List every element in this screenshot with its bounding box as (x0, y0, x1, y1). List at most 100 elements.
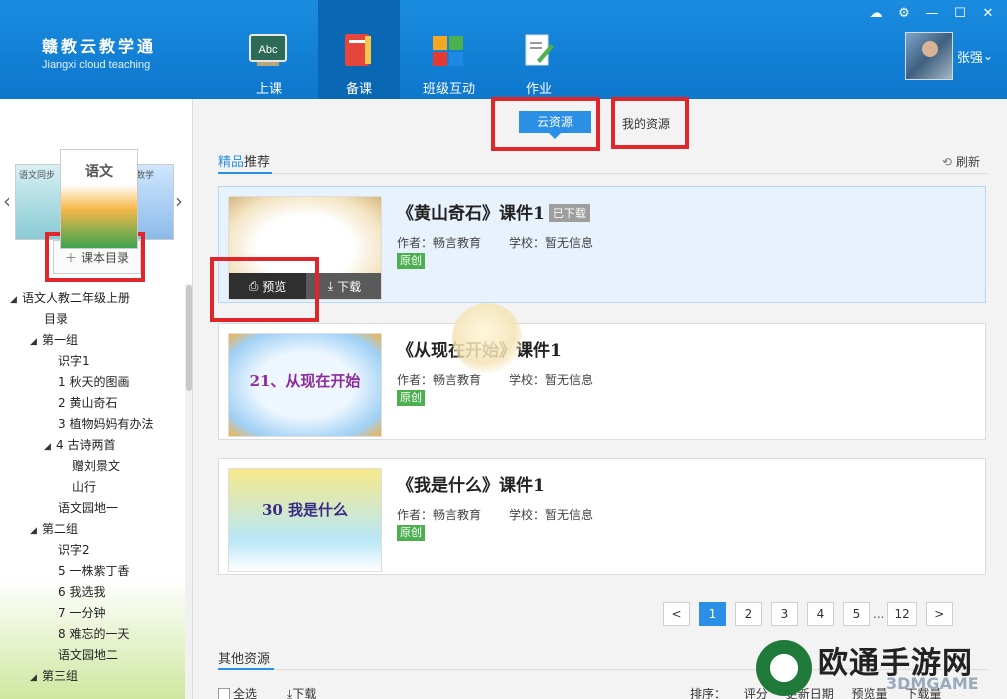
notebook-icon (345, 34, 371, 66)
tree-item-label: 5 一株紫丁香 (58, 564, 130, 578)
page-button[interactable]: 2 (735, 602, 762, 626)
divider (218, 172, 988, 174)
main-panel: 云资源 我的资源 精品推荐 ⟲ 刷新 ⎙ 预览 ⤓ 下载 《黄山奇石》课件1 已下载 作… (194, 97, 1007, 699)
avatar[interactable] (904, 32, 953, 80)
tree-item[interactable]: ◢ 语文人教二年级上册 (0, 288, 185, 309)
tree-item[interactable]: 2 黄山奇石 (0, 393, 185, 414)
resource-card[interactable]: 21、从现在开始 《从现在开始》课件1 作者：畅言教育学校：暂无信息 原创 (218, 323, 986, 440)
cloud-icon[interactable]: ☁ (867, 6, 885, 21)
batch-download-button[interactable]: ⤓下载 (287, 685, 316, 699)
tree-item-label: 语文人教二年级上册 (22, 291, 131, 305)
svg-text:Abc: Abc (259, 44, 278, 56)
page-button[interactable]: 12 (887, 602, 917, 626)
nav-label: 上课 (255, 82, 282, 97)
tree-item-label: 7 一分钟 (58, 606, 106, 620)
tree-item[interactable]: 目录 (0, 309, 185, 330)
maximize-icon[interactable]: ☐ (951, 6, 969, 21)
nav-tab-class[interactable]: Abc 上课 (228, 0, 310, 99)
original-tag: 原创 (397, 253, 425, 269)
tree-item[interactable]: 6 我选我 (0, 582, 185, 603)
resource-title[interactable]: 《我是什么》课件1 (397, 471, 545, 496)
highlight-box (491, 97, 600, 151)
page-prev-button[interactable]: < (663, 602, 690, 626)
resource-thumbnail[interactable]: 30 我是什么 (228, 468, 382, 572)
expand-toggle-icon[interactable]: ◢ (44, 437, 56, 458)
select-all-checkbox[interactable]: 全选 (218, 687, 257, 699)
chevron-left-icon[interactable]: ‹ (3, 189, 11, 213)
tree-item[interactable]: 识字2 (0, 540, 185, 561)
resource-card[interactable]: 30 我是什么 《我是什么》课件1 作者：畅言教育 学校：暂无信息 原创 (218, 458, 986, 575)
nav-tab-prepare[interactable]: 备课 (318, 0, 400, 99)
edit-document-icon (525, 34, 554, 66)
tree-item-label: 2 黄山奇石 (58, 396, 118, 410)
resource-card[interactable]: ⎙ 预览 ⤓ 下载 《黄山奇石》课件1 已下载 作者：畅言教育 学校：暂无信息 原创 (218, 186, 986, 303)
tree-item[interactable]: 5 一株紫丁香 (0, 561, 185, 582)
section-other-title: 其他资源 (218, 652, 271, 667)
tree-item-label: 第一组 (42, 333, 79, 347)
downloaded-badge: 已下载 (548, 204, 590, 222)
tree-item-label: 6 我选我 (58, 585, 106, 599)
tree-item-label: 识字2 (58, 543, 90, 557)
refresh-button[interactable]: ⟲ 刷新 (942, 153, 980, 170)
page-next-button[interactable]: > (925, 602, 953, 626)
minimize-icon[interactable]: — (923, 6, 941, 21)
expand-toggle-icon[interactable]: ◢ (30, 521, 42, 542)
tree-item[interactable]: 3 植物妈妈有办法 (0, 414, 185, 435)
expand-toggle-icon[interactable]: ◢ (10, 290, 22, 311)
tree-item-label: 赠刘景文 (72, 459, 121, 473)
page-button[interactable]: 4 (807, 602, 834, 626)
textbook-carousel: ‹ 语文同步 语文 数学 › (0, 119, 192, 249)
page-button[interactable]: 5 (843, 602, 870, 626)
tree-item[interactable]: 山行 (0, 477, 185, 498)
app-logo: 赣教云教学通 Jiangxi cloud teaching (42, 33, 156, 71)
scrollbar-thumb[interactable] (186, 285, 192, 391)
page-button[interactable]: 1 (699, 602, 726, 626)
tree-item[interactable]: 赠刘景文 (0, 456, 185, 477)
expand-toggle-icon[interactable]: ◢ (30, 668, 42, 689)
mascot-decoration (452, 303, 522, 373)
abc-board-icon: Abc (249, 34, 287, 66)
main-nav: Abc 上课 备课 班级互动 作业 (228, 0, 588, 99)
gear-icon[interactable]: ⚙ (895, 6, 913, 21)
nav-label: 班级互动 (422, 82, 475, 97)
tree-item[interactable]: 识字1 (0, 351, 185, 372)
book-cover[interactable]: 语文同步 (15, 164, 61, 240)
book-cover[interactable]: 数学 (132, 164, 174, 240)
tree-item[interactable]: ◢ 第三组 (0, 666, 185, 687)
page-ellipsis: ... (873, 607, 885, 621)
refresh-icon: ⟲ (941, 155, 952, 169)
resource-tabs: 云资源 我的资源 (194, 99, 1007, 139)
chevron-right-icon[interactable]: › (175, 189, 183, 213)
app-header: 赣教云教学通 Jiangxi cloud teaching Abc 上课 备课 (0, 0, 1007, 99)
user-name: 张强 (956, 50, 983, 66)
page-button[interactable]: 3 (771, 602, 798, 626)
book-cover-selected[interactable]: 语文 (60, 149, 138, 249)
expand-toggle-icon[interactable]: ◢ (30, 332, 42, 353)
tree-item-label: 目录 (44, 312, 69, 326)
brand-cn: 赣教云教学通 (42, 37, 157, 56)
nav-tab-homework[interactable]: 作业 (498, 0, 580, 99)
tree-item[interactable]: 8 难忘的一天 (0, 624, 185, 645)
tree-item-label: 语文园地二 (58, 648, 119, 662)
resource-title[interactable]: 《黄山奇石》课件1 已下载 (397, 199, 590, 224)
user-menu[interactable]: 张强 ⌄ (904, 32, 993, 80)
sidebar: ‹ 语文同步 语文 数学 › ＋ 课本目录 ◢ 语文人教二年级上册 目录 ◢ 第一组 识字… (0, 99, 193, 699)
close-icon[interactable]: ✕ (979, 6, 997, 21)
tree-item[interactable]: ◢ 第二组 (0, 519, 185, 540)
tree-item-label: 第三组 (42, 669, 79, 683)
resource-meta: 作者：畅言教育 学校：暂无信息 (397, 373, 594, 387)
resource-thumbnail[interactable]: 21、从现在开始 (228, 333, 382, 437)
watermark: 欧通手游网 3DMGAME (752, 632, 1007, 699)
nav-tab-interact[interactable]: 班级互动 (408, 0, 490, 99)
tree-item[interactable]: ◢ 第一组 (0, 330, 185, 351)
tree-item[interactable]: 7 一分钟 (0, 603, 185, 624)
brand-en: Jiangxi cloud teaching (42, 59, 151, 71)
tree-item[interactable]: 1 秋天的图画 (0, 372, 185, 393)
tree-item[interactable]: 语文园地二 (0, 645, 185, 666)
tree-item[interactable]: ◢ 4 古诗两首 (0, 435, 185, 456)
watermark-logo-icon (756, 640, 812, 696)
tree-item[interactable]: 语文园地一 (0, 498, 185, 519)
section-featured-title: 精品推荐 (218, 155, 271, 170)
original-tag: 原创 (397, 390, 425, 406)
chapter-tree: ◢ 语文人教二年级上册 目录 ◢ 第一组 识字1 1 秋天的图画 2 黄山奇石 3 植物妈妈有办… (0, 288, 185, 687)
